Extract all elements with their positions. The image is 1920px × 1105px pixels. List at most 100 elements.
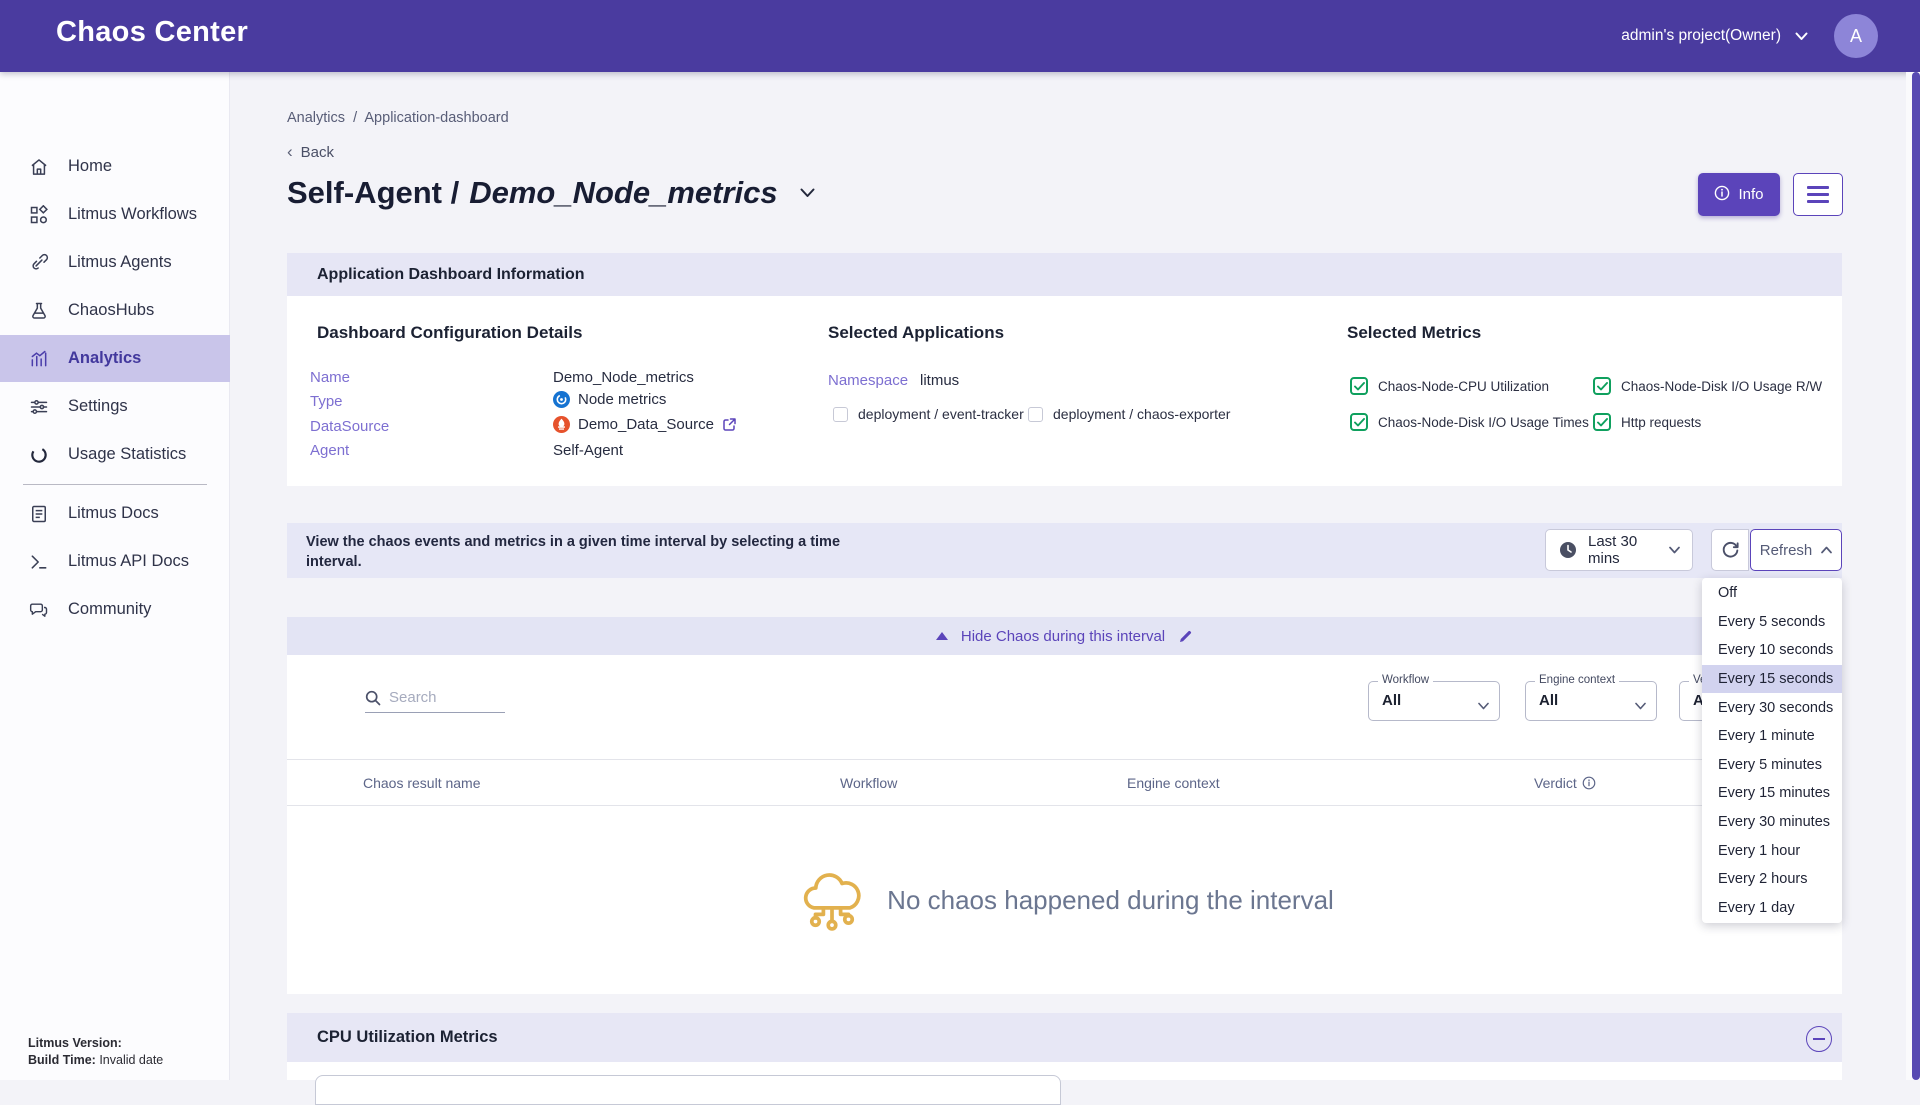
application-checkbox-row: deployment / event-tracker [833,406,1024,422]
engine-context-filter[interactable]: Engine context All [1525,681,1657,721]
build-time-value: Invalid date [99,1053,163,1067]
app-title: Chaos Center [56,16,248,49]
menu-item-every-15-minutes[interactable]: Every 15 minutes [1702,779,1842,808]
external-link-icon[interactable] [722,417,737,432]
project-selector[interactable]: admin's project(Owner) [1621,27,1781,45]
info-button[interactable]: Info [1698,173,1780,216]
sidebar-item-litmus-api-docs[interactable]: Litmus API Docs [0,538,230,585]
table-header-row: Chaos result name Workflow Engine contex… [287,759,1842,806]
checkbox-http-requests[interactable] [1593,413,1611,431]
checkbox-event-tracker-label: deployment / event-tracker [858,406,1024,422]
metric-disk-io-times-label: Chaos-Node-Disk I/O Usage Times [1378,415,1589,430]
back-label: Back [301,144,334,161]
scrollbar-thumb[interactable] [1912,72,1920,1080]
refresh-interval-button[interactable]: Refresh [1750,529,1842,571]
settings-icon [28,396,50,418]
sidebar-item-litmus-workflows[interactable]: Litmus Workflows [0,191,230,238]
config-agent-label: Agent [310,442,349,459]
checkbox-cpu-utilization[interactable] [1350,377,1368,395]
avatar[interactable]: A [1834,14,1878,58]
menu-item-every-5-minutes[interactable]: Every 5 minutes [1702,751,1842,780]
sidebar-item-settings[interactable]: Settings [0,383,230,430]
chaoshubs-icon [28,300,50,322]
breadcrumb-separator: / [353,110,357,126]
menu-item-every-30-seconds[interactable]: Every 30 seconds [1702,693,1842,722]
metric-cpu-utilization-label: Chaos-Node-CPU Utilization [1378,379,1549,394]
time-range-button[interactable]: Last 30 mins [1545,529,1693,571]
menu-item-off[interactable]: Off [1702,579,1842,608]
dashboard-info-header: Application Dashboard Information [287,253,1842,296]
collapse-triangle-icon [936,632,948,640]
cpu-metrics-panel: CPU Utilization Metrics [287,1013,1842,1080]
menu-item-every-2-hours[interactable]: Every 2 hours [1702,865,1842,894]
checkbox-disk-io-times[interactable] [1350,413,1368,431]
config-agent-value: Self-Agent [553,442,623,459]
sidebar-item-usage-statistics[interactable]: Usage Statistics [0,431,230,478]
breadcrumb-analytics[interactable]: Analytics [287,110,345,126]
sidebar-item-analytics[interactable]: Analytics [0,335,230,382]
column-verdict: Verdict [1534,775,1596,791]
refresh-icon [1721,541,1740,560]
collapse-section-button[interactable] [1806,1026,1832,1052]
scrollbar-track [1906,72,1920,1080]
breadcrumb-application-dashboard[interactable]: Application-dashboard [364,110,508,126]
page-title: Self-Agent / Demo_Node_metrics [287,175,815,211]
hide-chaos-label: Hide Chaos during this interval [961,628,1165,645]
workflow-filter-label: Workflow [1378,674,1433,686]
namespace-label: Namespace [828,372,908,389]
sidebar-item-litmus-docs[interactable]: Litmus Docs [0,490,230,537]
chaos-table-panel: Hide Chaos during this interval Workflow… [287,617,1842,994]
cpu-metrics-header: CPU Utilization Metrics [287,1013,1842,1062]
selected-metrics-title: Selected Metrics [1347,323,1481,343]
menu-item-every-5-seconds[interactable]: Every 5 seconds [1702,608,1842,637]
cpu-metrics-title: CPU Utilization Metrics [317,1028,498,1047]
search-input[interactable] [389,689,499,706]
empty-state: No chaos happened during the interval [287,806,1842,994]
metric-checkbox-row: Chaos-Node-Disk I/O Usage R/W [1593,377,1822,395]
dashboard-info-title: Application Dashboard Information [317,266,585,284]
chevron-down-icon [1635,697,1646,715]
api-docs-icon [28,551,50,573]
refresh-label: Refresh [1760,542,1813,559]
title-chevron-down-icon[interactable] [800,188,815,198]
verdict-info-icon[interactable] [1582,776,1596,790]
config-datasource-value: Demo_Data_Source [553,416,737,433]
edit-pencil-icon[interactable] [1178,629,1193,644]
menu-item-every-30-minutes[interactable]: Every 30 minutes [1702,808,1842,837]
refresh-now-button[interactable] [1711,529,1749,571]
menu-item-every-1-day[interactable]: Every 1 day [1702,894,1842,923]
time-range-label: Last 30 mins [1588,533,1669,567]
checkbox-chaos-exporter[interactable] [1028,407,1043,422]
info-label: Info [1738,186,1763,203]
minus-icon [1813,1038,1825,1040]
litmus-version-label: Litmus Version: [28,1036,122,1050]
sidebar-item-chaoshubs[interactable]: ChaosHubs [0,287,230,334]
info-icon [1714,185,1730,205]
column-engine-context: Engine context [1127,775,1220,791]
engine-context-filter-value: All [1539,692,1558,709]
back-button[interactable]: ‹ Back [287,142,334,162]
menu-item-every-1-minute[interactable]: Every 1 minute [1702,722,1842,751]
sidebar-item-home[interactable]: Home [0,143,230,190]
selected-applications-title: Selected Applications [828,323,1004,343]
version-info: Litmus Version: Build Time: Invalid date [28,1035,163,1069]
checkbox-event-tracker[interactable] [833,407,848,422]
menu-item-every-1-hour[interactable]: Every 1 hour [1702,836,1842,865]
config-name-label: Name [310,369,350,386]
menu-item-every-10-seconds[interactable]: Every 10 seconds [1702,636,1842,665]
menu-item-every-15-seconds[interactable]: Every 15 seconds [1702,665,1842,694]
config-type-label: Type [310,393,343,410]
build-time-label: Build Time: [28,1053,96,1067]
checkbox-disk-io-rw[interactable] [1593,377,1611,395]
home-icon [28,156,50,178]
chevron-up-icon [1821,546,1832,554]
hide-chaos-toggle[interactable]: Hide Chaos during this interval [287,617,1842,655]
sidebar: Home Litmus Workflows Litmus Agents Chao… [0,72,230,1080]
clock-icon [1559,541,1577,559]
sidebar-item-litmus-agents[interactable]: Litmus Agents [0,239,230,286]
workflow-filter[interactable]: Workflow All [1368,681,1500,721]
chevron-down-icon[interactable] [1795,32,1808,41]
menu-button[interactable] [1793,173,1843,216]
analytics-icon [28,348,50,370]
sidebar-item-community[interactable]: Community [0,586,230,633]
